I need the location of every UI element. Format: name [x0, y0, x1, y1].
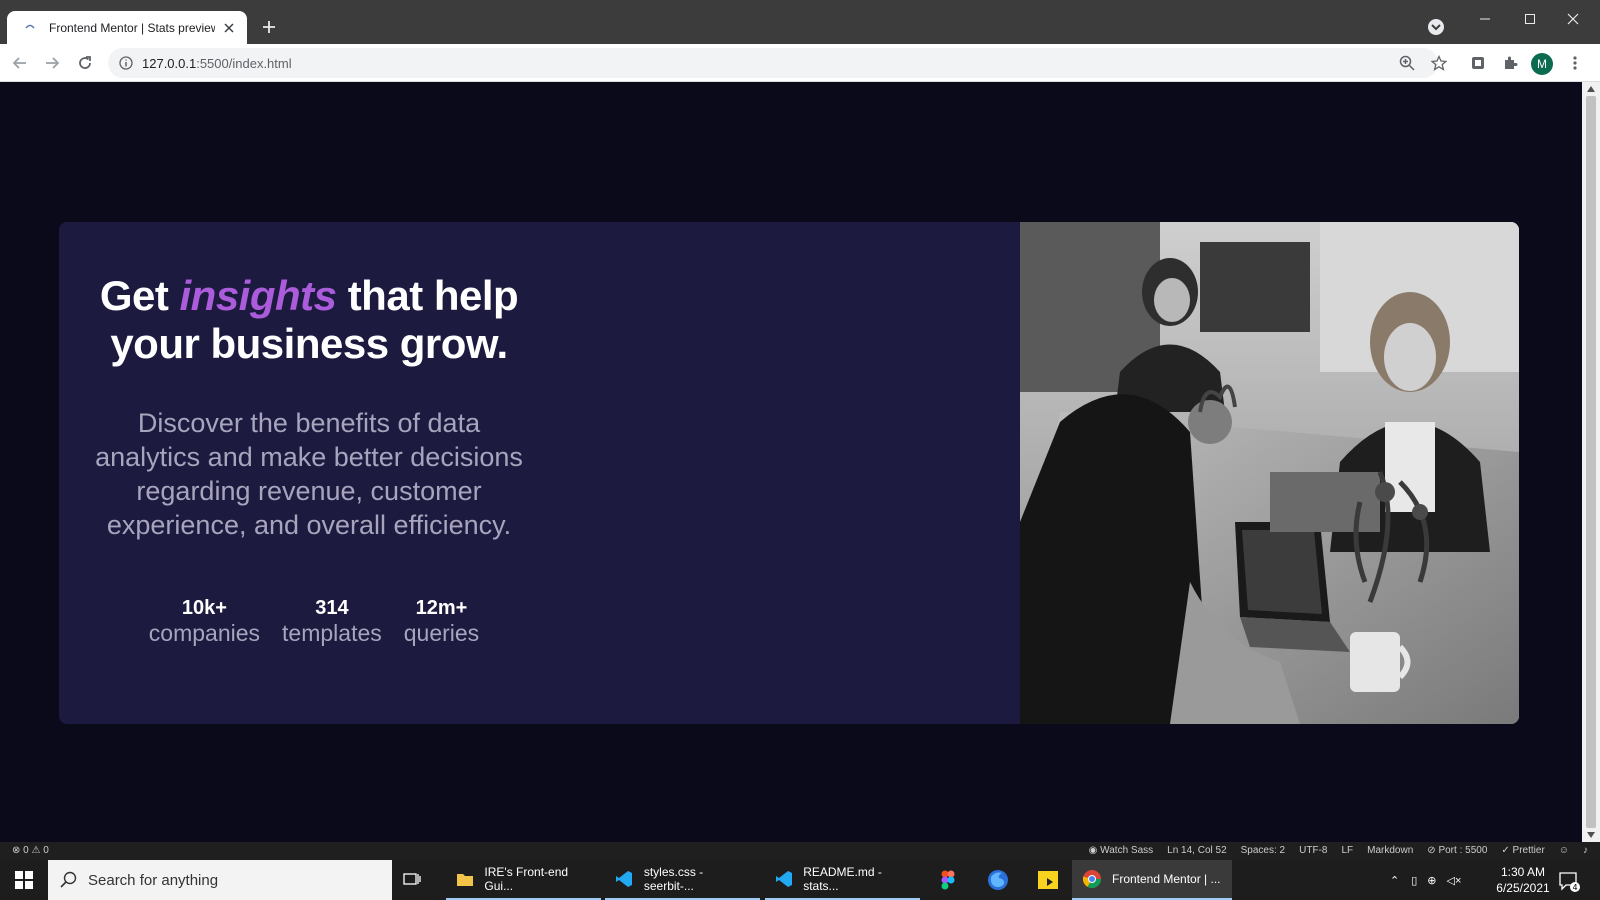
browser-tab[interactable]: Frontend Mentor | Stats preview	[7, 11, 247, 44]
menu-kebab-icon[interactable]	[1564, 52, 1586, 74]
device-icon[interactable]: ▯	[1411, 874, 1417, 887]
scroll-up-icon[interactable]	[1586, 84, 1596, 94]
status-item[interactable]: ✓ Prettier	[1501, 845, 1544, 856]
taskbar-app-explorer[interactable]: IRE's Front-end Gui...	[446, 860, 601, 900]
status-item[interactable]: LF	[1341, 845, 1353, 856]
taskbar-search-box[interactable]: Search for anything	[48, 860, 392, 900]
minimize-icon[interactable]	[1474, 8, 1496, 30]
problems-indicator[interactable]: ⊗ 0 ⚠ 0	[12, 845, 49, 856]
sticky-notes-icon[interactable]	[1024, 860, 1072, 900]
taskbar-app-chrome[interactable]: Frontend Mentor | ...	[1072, 860, 1232, 900]
taskbar-app-vscode-styles[interactable]: styles.css - seerbit-...	[605, 860, 760, 900]
forward-arrow-icon[interactable]	[41, 52, 63, 74]
stat-item: 314 templates	[282, 596, 382, 646]
status-item[interactable]: ⊘ Port : 5500	[1427, 845, 1487, 856]
tab-title: Frontend Mentor | Stats preview	[49, 20, 215, 35]
figma-icon[interactable]	[924, 860, 972, 900]
error-icon: ⊗	[12, 845, 21, 856]
status-item[interactable]: Ln 14, Col 52	[1167, 845, 1227, 856]
status-item[interactable]: UTF-8	[1299, 845, 1327, 856]
scrollbar-thumb[interactable]	[1586, 96, 1596, 828]
close-window-icon[interactable]	[1562, 8, 1584, 30]
status-item[interactable]: Spaces: 2	[1241, 845, 1285, 856]
page-heading: Get insights that help your business gro…	[99, 272, 519, 367]
profile-avatar[interactable]: M	[1531, 53, 1553, 75]
search-placeholder: Search for anything	[88, 871, 219, 889]
port-icon: ⊘	[1427, 845, 1436, 856]
folder-icon	[456, 869, 474, 889]
browser-toolbar: 127.0.0.1:5500/index.html M	[0, 44, 1600, 82]
tab-search-icon[interactable]	[1427, 18, 1445, 36]
stats-preview-card: Get insights that help your business gro…	[59, 222, 1519, 724]
scroll-down-icon[interactable]	[1586, 830, 1596, 840]
eye-icon: ◉	[1088, 845, 1098, 856]
firefox-icon[interactable]	[974, 860, 1022, 900]
stat-label: companies	[148, 620, 261, 646]
taskbar-app-vscode-readme[interactable]: README.md - stats...	[765, 860, 920, 900]
notification-count: 4	[1572, 883, 1577, 892]
stat-value: 12m+	[415, 597, 468, 619]
page-description: Discover the benefits of data analytics …	[95, 408, 523, 540]
feedback-icon[interactable]: ☺	[1559, 845, 1569, 856]
warning-icon: ⚠	[31, 845, 41, 856]
volume-muted-icon[interactable]: ◁×	[1447, 874, 1462, 887]
new-tab-button[interactable]	[258, 16, 280, 38]
stat-item: 12m+ queries	[404, 596, 479, 646]
card-text-column: Get insights that help your business gro…	[59, 222, 559, 724]
page-scrollbar[interactable]	[1582, 82, 1600, 842]
office-photo	[1020, 222, 1519, 724]
windows-start-icon[interactable]	[0, 860, 48, 900]
reload-icon[interactable]	[74, 52, 96, 74]
bell-icon[interactable]: ♪	[1583, 845, 1588, 856]
search-icon	[60, 871, 77, 888]
clock-date: 6/25/2021	[1496, 881, 1550, 895]
check-icon: ✓	[1501, 845, 1510, 856]
editor-status-bar: ⊗ 0 ⚠ 0 ◉ Watch Sass Ln 14, Col 52 Space…	[0, 842, 1600, 860]
url-text: 127.0.0.1:5500/index.html	[142, 55, 292, 71]
extension-icon[interactable]	[1467, 52, 1489, 74]
network-globe-icon[interactable]: ⊕	[1427, 874, 1436, 887]
notification-center-icon[interactable]: 4	[1558, 870, 1580, 892]
browser-tab-bar: Frontend Mentor | Stats preview	[0, 0, 1600, 44]
stat-item: 10k+ companies	[149, 596, 260, 646]
favicon-icon	[23, 21, 37, 35]
extensions-puzzle-icon[interactable]	[1499, 52, 1521, 74]
stat-label: queries	[403, 620, 480, 646]
stats-row: 10k+ companies 314 templates 12m+ querie…	[134, 596, 494, 646]
maximize-icon[interactable]	[1519, 8, 1541, 30]
task-view-icon[interactable]	[402, 870, 422, 890]
status-item[interactable]: Markdown	[1367, 845, 1413, 856]
chrome-icon	[1082, 869, 1102, 889]
address-bar[interactable]: 127.0.0.1:5500/index.html	[108, 48, 1438, 78]
vscode-icon	[615, 869, 634, 889]
page-viewport: Get insights that help your business gro…	[0, 82, 1582, 842]
stat-value: 314	[315, 597, 349, 619]
close-tab-icon[interactable]	[221, 20, 237, 36]
taskbar-clock[interactable]: 1:30 AM 6/25/2021	[1478, 864, 1568, 896]
chevron-up-icon[interactable]: ⌃	[1390, 874, 1399, 887]
stat-value: 10k+	[181, 597, 227, 619]
system-tray: ⌃ ▯ ⊕ ◁×	[1390, 860, 1461, 900]
windows-taskbar: Search for anything IRE's Front-end Gui.…	[0, 860, 1600, 900]
site-info-icon[interactable]	[118, 55, 134, 71]
vscode-icon	[775, 869, 793, 889]
heading-accent: insights	[179, 272, 338, 319]
status-item[interactable]: ◉ Watch Sass	[1089, 845, 1154, 856]
clock-time: 1:30 AM	[1500, 865, 1546, 879]
bookmark-star-icon[interactable]	[1428, 52, 1450, 74]
back-arrow-icon[interactable]	[9, 52, 31, 74]
zoom-icon[interactable]	[1396, 52, 1418, 74]
status-items: ◉ Watch Sass Ln 14, Col 52 Spaces: 2 UTF…	[1089, 845, 1588, 856]
stat-label: templates	[282, 620, 382, 646]
